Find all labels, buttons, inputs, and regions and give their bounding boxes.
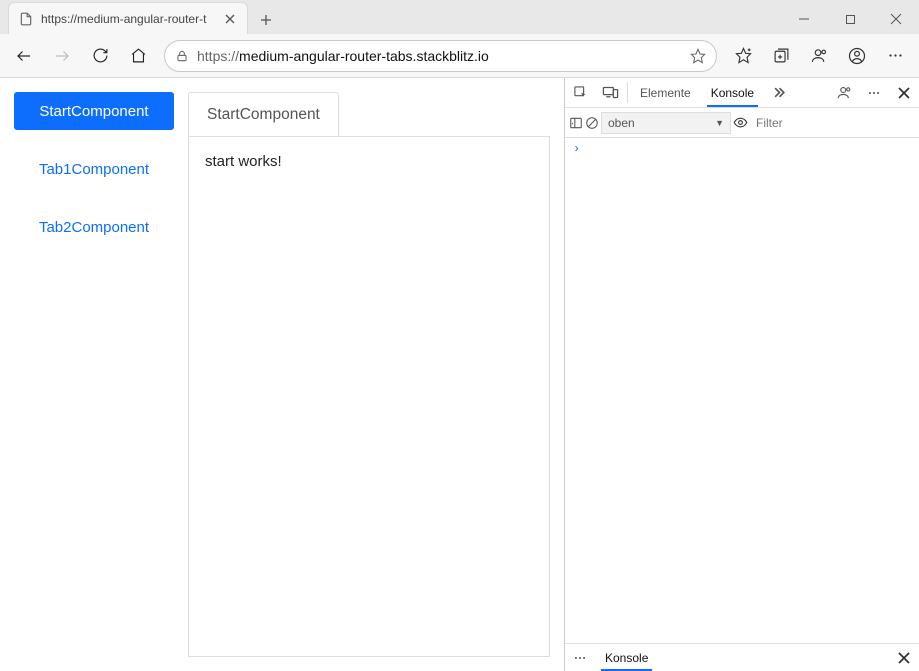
devtools-close-button[interactable]	[889, 78, 919, 107]
content-text: start works!	[205, 153, 282, 170]
toolbar-right	[725, 38, 913, 74]
devtools-top-bar: Elemente Konsole	[565, 78, 919, 108]
refresh-button[interactable]	[82, 38, 118, 74]
profile-button[interactable]	[801, 38, 837, 74]
context-selector[interactable]: oben ▼	[601, 112, 731, 134]
page-icon	[19, 12, 33, 26]
live-expression-icon[interactable]	[733, 115, 748, 130]
window-titlebar: https://medium-angular-router-t	[0, 0, 919, 34]
clear-console-icon[interactable]	[585, 116, 599, 130]
console-sidebar-icon[interactable]	[569, 116, 583, 130]
sidebar-nav: StartComponent Tab1Component Tab2Compone…	[14, 92, 174, 657]
drawer-more-icon[interactable]	[565, 644, 595, 671]
collections-button[interactable]	[763, 38, 799, 74]
nav-item-tab1[interactable]: Tab1Component	[14, 150, 174, 188]
devtools-panel: Elemente Konsole	[564, 78, 919, 671]
console-filter-input[interactable]	[750, 116, 917, 130]
menu-button[interactable]	[877, 38, 913, 74]
browser-tab-title: https://medium-angular-router-t	[41, 12, 215, 26]
content-tab-header[interactable]: StartComponent	[188, 92, 339, 136]
lock-icon	[175, 49, 189, 63]
window-minimize-button[interactable]	[781, 4, 827, 34]
devtools-tab-elements[interactable]: Elemente	[630, 78, 701, 107]
main-area: StartComponent Tab1Component Tab2Compone…	[0, 78, 919, 671]
content-body: start works!	[188, 136, 550, 657]
address-bar[interactable]: https://medium-angular-router-tabs.stack…	[164, 40, 717, 72]
favorites-button[interactable]	[725, 38, 761, 74]
console-output[interactable]: ›	[565, 138, 919, 643]
more-tabs-icon[interactable]	[764, 78, 794, 107]
drawer-close-button[interactable]	[889, 644, 919, 671]
back-button[interactable]	[6, 38, 42, 74]
home-button[interactable]	[120, 38, 156, 74]
divider	[627, 82, 628, 103]
drawer-tab-console[interactable]: Konsole	[595, 644, 658, 671]
star-icon[interactable]	[690, 48, 706, 64]
devtools-tab-console[interactable]: Konsole	[701, 78, 764, 107]
account-button[interactable]	[839, 38, 875, 74]
device-toggle-icon[interactable]	[595, 78, 625, 107]
content-column: StartComponent start works!	[188, 92, 550, 657]
devtools-console-toolbar: oben ▼	[565, 108, 919, 138]
browser-tab[interactable]: https://medium-angular-router-t	[8, 2, 248, 34]
window-close-button[interactable]	[873, 4, 919, 34]
devtools-tabs: Elemente Konsole	[630, 78, 764, 107]
browser-tabstrip: https://medium-angular-router-t	[0, 0, 280, 34]
tab-close-button[interactable]	[223, 12, 237, 26]
devtools-drawer: Konsole	[565, 643, 919, 671]
chevron-down-icon: ▼	[715, 118, 724, 128]
console-prompt: ›	[573, 142, 580, 156]
devtools-more-icon[interactable]	[859, 78, 889, 107]
context-selector-value: oben	[608, 116, 635, 130]
forward-button[interactable]	[44, 38, 80, 74]
browser-toolbar: https://medium-angular-router-tabs.stack…	[0, 34, 919, 78]
new-tab-button[interactable]	[252, 6, 280, 34]
window-maximize-button[interactable]	[827, 4, 873, 34]
window-controls	[781, 4, 919, 34]
devtools-profile-icon[interactable]	[829, 78, 859, 107]
inspect-icon[interactable]	[565, 78, 595, 107]
nav-item-start[interactable]: StartComponent	[14, 92, 174, 130]
url-text: https://medium-angular-router-tabs.stack…	[197, 48, 682, 64]
nav-item-tab2[interactable]: Tab2Component	[14, 208, 174, 246]
page-content: StartComponent Tab1Component Tab2Compone…	[0, 78, 564, 671]
